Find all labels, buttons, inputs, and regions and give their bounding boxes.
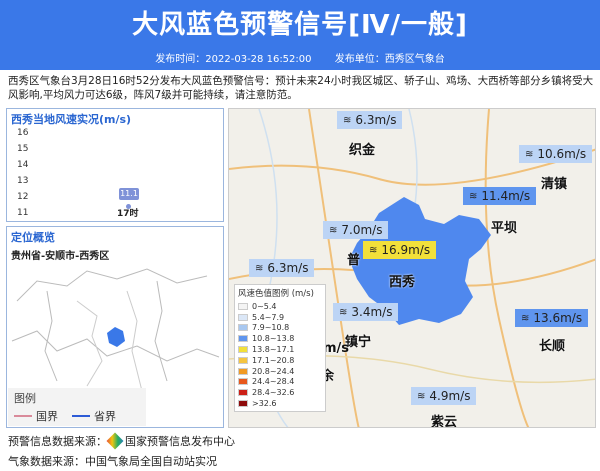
wind-value-label: 11.1 xyxy=(119,188,139,200)
wind-speed: 6.3m/s xyxy=(267,261,309,275)
wind-icon: ≋ xyxy=(521,312,530,324)
wind-station-badge[interactable]: ≋ 10.6m/s xyxy=(519,145,593,163)
wind-icon: ≋ xyxy=(329,224,338,236)
wind-speed: 13.6m/s xyxy=(533,311,583,325)
scale-swatch xyxy=(238,356,248,364)
wind-icon: ≋ xyxy=(417,390,426,402)
publish-unit: 发布单位：西秀区气象台 xyxy=(334,54,445,65)
y-tick: 15 xyxy=(17,144,29,154)
scale-swatch xyxy=(238,389,248,397)
scale-label: 7.9~10.8 xyxy=(252,323,290,333)
city-label: 普 xyxy=(347,253,361,268)
publish-time: 发布时间：2022-03-28 16:52:00 xyxy=(155,54,312,65)
city-label: 长顺 xyxy=(539,339,566,354)
scale-label: 5.4~7.9 xyxy=(252,312,285,322)
y-tick: 16 xyxy=(17,128,29,138)
wind-speed: 11.4m/s xyxy=(481,189,531,203)
city-label: 紫云 xyxy=(431,415,458,428)
scale-label: >32.6 xyxy=(252,399,277,409)
scale-label: 13.8~17.1 xyxy=(252,345,295,355)
wind-icon: ≋ xyxy=(339,306,348,318)
city-label: 西秀 xyxy=(389,275,416,290)
warning-description: 西秀区气象台3月28日16时52分发布大风蓝色预警信号：预计未来24小时我区城区… xyxy=(8,75,594,101)
scale-label: 17.1~20.8 xyxy=(252,355,295,365)
warning-center-logo-icon xyxy=(106,432,124,450)
wind-panel-title: 西秀当地风速实况(m/s) xyxy=(11,113,132,126)
source-label: 预警信息数据来源： xyxy=(8,435,107,448)
scale-swatch xyxy=(238,378,248,386)
scale-label: 28.4~32.6 xyxy=(252,388,295,398)
legend-title: 图例 xyxy=(14,392,36,405)
y-tick: 14 xyxy=(17,160,29,170)
location-region: 贵州省-安顺市-西秀区 xyxy=(11,251,110,262)
scale-label: 10.8~13.8 xyxy=(252,334,295,344)
city-label: 织金 xyxy=(349,143,376,158)
x-tick: 17时 xyxy=(117,209,139,219)
wind-station-badge[interactable]: ≋ 13.6m/s xyxy=(515,309,589,327)
footer-source-2: 气象数据来源：中国气象局全国自动站实况 xyxy=(8,455,217,468)
wind-speed: 10.6m/s xyxy=(537,147,587,161)
legend-national: 国界 xyxy=(36,410,58,423)
national-border-line xyxy=(14,415,32,417)
location-title: 定位概览 xyxy=(11,231,55,244)
scale-label: 20.8~24.4 xyxy=(252,366,295,376)
scale-label: 0~5.4 xyxy=(252,301,277,311)
wind-speed-panel: 西秀当地风速实况(m/s) 16 15 14 13 12 11 11.1 17时 xyxy=(6,108,224,222)
scale-swatch xyxy=(238,367,248,375)
wind-station-badge[interactable]: ≋ 16.9m/s xyxy=(363,241,437,259)
scale-swatch xyxy=(238,346,248,354)
wind-speed: 7.0m/s xyxy=(341,223,383,237)
warning-meta: 发布时间：2022-03-28 16:52:00 发布单位：西秀区气象台 xyxy=(0,52,600,70)
wind-station-badge[interactable]: ≋ 4.9m/s xyxy=(411,387,477,405)
scale-swatch xyxy=(238,324,248,332)
wind-icon: ≋ xyxy=(525,148,534,160)
overview-map[interactable] xyxy=(7,261,223,401)
wind-station-badge[interactable]: ≋ 3.4m/s xyxy=(333,303,399,321)
city-label: 清镇 xyxy=(541,177,568,192)
wind-station-badge[interactable]: ≋ 6.3m/s xyxy=(337,111,403,129)
warning-header: 大风蓝色预警信号[Ⅳ/一般] xyxy=(0,0,600,52)
wind-speed: 4.9m/s xyxy=(429,389,471,403)
wind-station-badge[interactable]: ≋ 11.4m/s xyxy=(463,187,537,205)
provincial-border-line xyxy=(72,415,90,417)
source-value[interactable]: 国家预警信息发布中心 xyxy=(125,435,235,448)
y-tick: 11 xyxy=(17,208,29,218)
wind-icon: ≋ xyxy=(469,190,478,202)
y-tick: 13 xyxy=(17,176,29,186)
wind-icon: ≋ xyxy=(369,244,378,256)
wind-speed: 16.9m/s xyxy=(381,243,431,257)
y-tick: 12 xyxy=(17,192,29,202)
wind-speed: 6.3m/s xyxy=(355,113,397,127)
wind-icon: ≋ xyxy=(255,262,264,274)
legend-provincial: 省界 xyxy=(94,410,116,423)
scale-swatch xyxy=(238,313,248,321)
footer-source-1: 预警信息数据来源： 国家预警信息发布中心 xyxy=(8,432,235,450)
scale-title: 风速色值图例 (m/s) xyxy=(238,289,314,299)
scale-swatch xyxy=(238,335,248,343)
wind-station-badge[interactable]: ≋ 6.3m/s xyxy=(249,259,315,277)
wind-icon: ≋ xyxy=(343,114,352,126)
scale-swatch xyxy=(238,400,248,408)
city-label: m/s xyxy=(323,341,350,356)
wind-station-badge[interactable]: ≋ 7.0m/s xyxy=(323,221,389,239)
city-label: 平坝 xyxy=(491,221,518,236)
wind-color-scale: 风速色值图例 (m/s) 0~5.4 5.4~7.9 7.9~10.8 10.8… xyxy=(234,284,326,412)
scale-label: 24.4~28.4 xyxy=(252,377,295,387)
page-title: 大风蓝色预警信号[Ⅳ/一般] xyxy=(132,10,468,40)
scale-swatch xyxy=(238,302,248,310)
map-legend: 图例 国界 省界 xyxy=(8,388,146,426)
wind-speed: 3.4m/s xyxy=(351,305,393,319)
